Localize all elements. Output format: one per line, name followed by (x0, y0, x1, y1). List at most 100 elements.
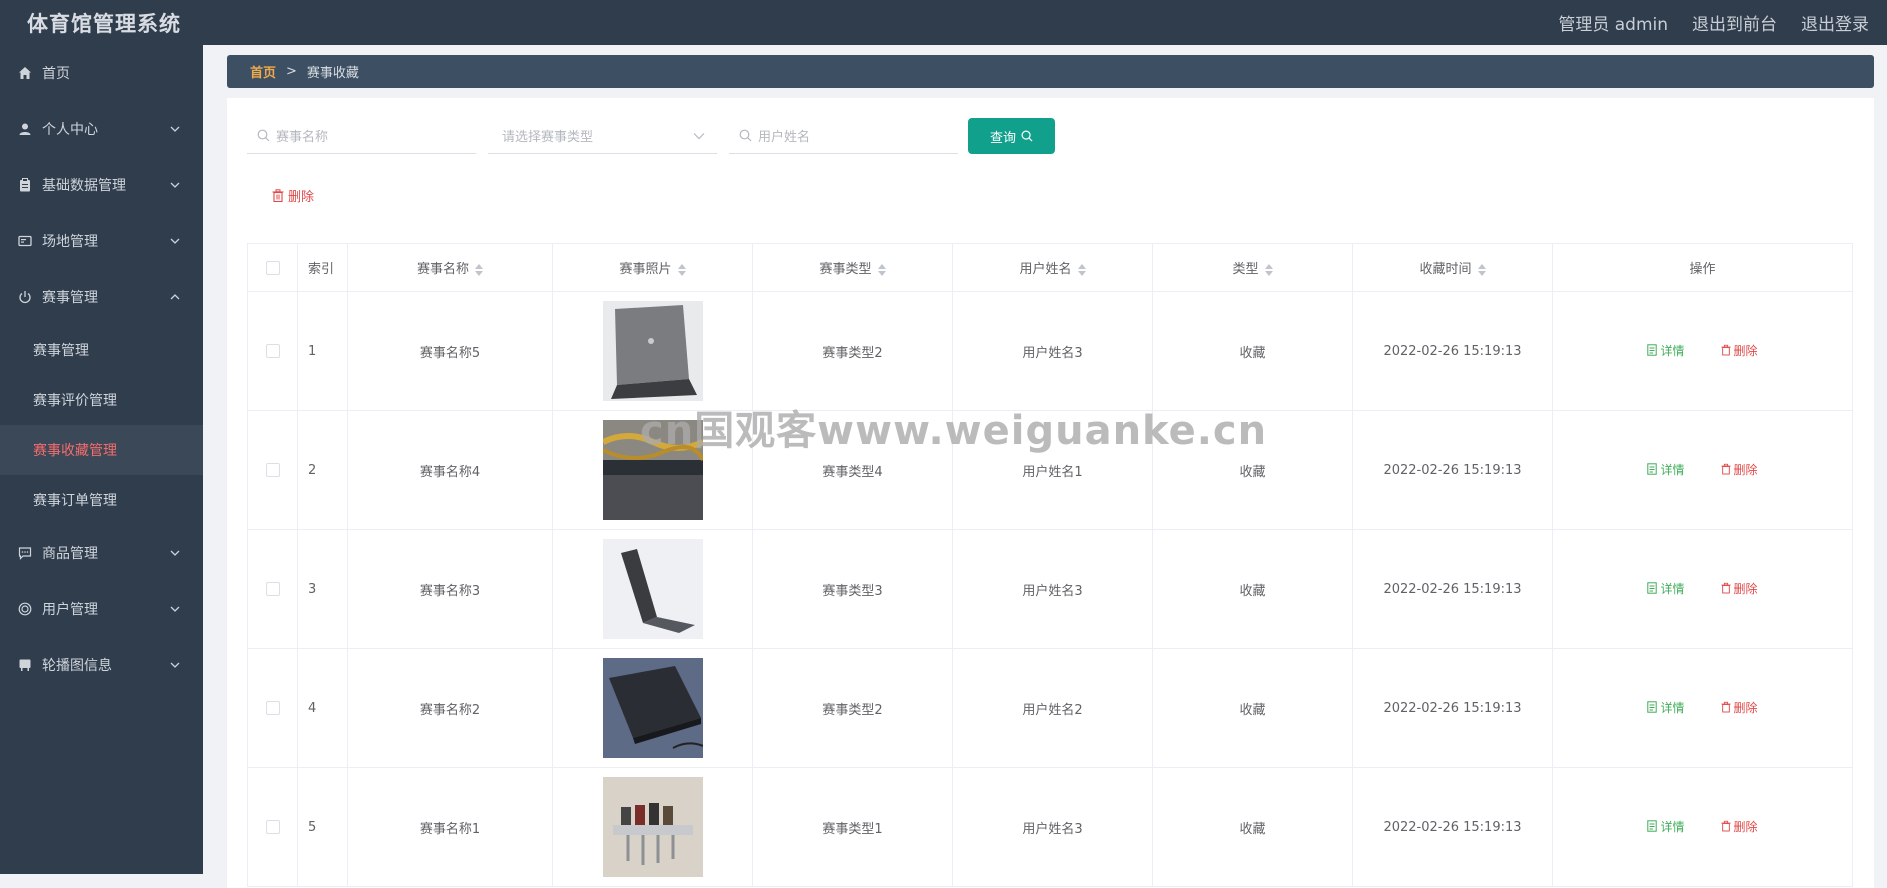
detail-label: 详情 (1660, 819, 1685, 834)
breadcrumb: 首页 > 赛事收藏 (227, 55, 1874, 88)
document-icon (1647, 344, 1658, 356)
detail-label: 详情 (1660, 343, 1685, 358)
delete-label: 删除 (1733, 581, 1758, 596)
event-name-cell: 赛事名称2 (347, 648, 553, 768)
sidebar-item-basic-data[interactable]: 基础数据管理 (0, 157, 203, 213)
sort-icon[interactable] (677, 263, 686, 276)
delete-button[interactable]: 删除 (1720, 580, 1758, 597)
chevron-up-icon (170, 294, 180, 300)
column-header-event-type[interactable]: 赛事类型 (752, 243, 953, 292)
delete-label: 删除 (1733, 343, 1758, 358)
delete-button[interactable]: 删除 (1720, 699, 1758, 716)
event-photo[interactable] (553, 658, 752, 758)
chevron-down-icon (170, 238, 180, 244)
trash-icon (1720, 464, 1731, 475)
sidebar-item-profile[interactable]: 个人中心 (0, 101, 203, 157)
chevron-down-icon (170, 606, 180, 612)
event-photo[interactable] (553, 420, 752, 520)
event-type-select[interactable]: 请选择赛事类型 (488, 118, 717, 154)
detail-button[interactable]: 详情 (1647, 818, 1685, 835)
user-name-search-input[interactable]: 用户姓名 (729, 118, 958, 154)
sidebar-item-users[interactable]: 用户管理 (0, 581, 203, 637)
column-header-event-photo[interactable]: 赛事照片 (552, 243, 753, 292)
detail-button[interactable]: 详情 (1647, 580, 1685, 597)
logout-link[interactable]: 退出登录 (1801, 10, 1869, 35)
column-header-kind[interactable]: 类型 (1152, 243, 1353, 292)
column-header-event-name[interactable]: 赛事名称 (347, 243, 553, 292)
column-header-actions: 操作 (1552, 243, 1853, 292)
event-type-cell: 赛事类型4 (752, 410, 953, 530)
sidebar-item-goods[interactable]: 商品管理 (0, 525, 203, 581)
sidebar-item-carousel[interactable]: 轮播图信息 (0, 637, 203, 693)
sort-icon[interactable] (1077, 263, 1086, 276)
event-photo-cell (552, 648, 753, 768)
sort-icon[interactable] (475, 263, 483, 276)
search-bar: 赛事名称 请选择赛事类型 用户姓名 查询 (247, 118, 1055, 154)
board-icon (18, 658, 32, 672)
breadcrumb-home[interactable]: 首页 (250, 62, 276, 81)
sidebar-item-label: 轮播图信息 (42, 658, 112, 674)
select-all-checkbox[interactable] (265, 260, 280, 275)
row-checkbox[interactable] (265, 820, 280, 834)
sidebar-item-home[interactable]: 首页 (0, 45, 203, 101)
sidebar-item-label: 基础数据管理 (42, 178, 126, 194)
favorite-time-cell: 2022-02-26 15:19:13 (1352, 529, 1553, 649)
trash-icon (1720, 345, 1731, 356)
event-photo-cell (552, 291, 753, 411)
sidebar-item-label: 首页 (42, 66, 70, 82)
sidebar-item-label: 商品管理 (42, 546, 98, 562)
detail-button[interactable]: 详情 (1647, 342, 1685, 359)
document-icon (1647, 463, 1658, 475)
event-photo[interactable] (553, 539, 752, 639)
delete-button[interactable]: 删除 (1720, 461, 1758, 478)
event-name-cell: 赛事名称1 (347, 767, 553, 887)
chevron-down-icon (170, 550, 180, 556)
sort-icon[interactable] (1477, 263, 1486, 276)
table-body: 1 赛事名称5 赛事类型2 用户姓名3 收藏 2022-02-26 15:19:13 详情删… (247, 291, 1853, 887)
submenu-item-event-manage[interactable]: 赛事管理 (0, 325, 203, 375)
frontend-link[interactable]: 退出到前台 (1692, 10, 1777, 35)
batch-delete-button[interactable]: 删除 (272, 186, 314, 205)
sidebar-item-label: 场地管理 (42, 234, 98, 250)
sort-icon[interactable] (877, 263, 886, 276)
favorite-time-cell: 2022-02-26 15:19:13 (1352, 767, 1553, 887)
select-all-cell (247, 243, 298, 292)
submenu-item-event-review[interactable]: 赛事评价管理 (0, 375, 203, 425)
row-checkbox[interactable] (265, 344, 280, 358)
content-panel: 赛事名称 请选择赛事类型 用户姓名 查询 删除 索引 赛事名称 赛事照片 赛事类… (227, 98, 1874, 888)
sidebar: 首页 个人中心 基础数据管理 场地管理 赛事管理 赛事管理 赛事评价管理 赛事收… (0, 45, 203, 874)
current-user-label: 管理员 admin (1558, 15, 1668, 35)
sidebar-item-venue[interactable]: 场地管理 (0, 213, 203, 269)
submenu-item-event-favorite[interactable]: 赛事收藏管理 (0, 425, 203, 475)
row-checkbox[interactable] (265, 463, 280, 477)
query-button[interactable]: 查询 (968, 118, 1055, 154)
event-photo[interactable] (553, 301, 752, 401)
detail-button[interactable]: 详情 (1647, 699, 1685, 716)
document-icon (1647, 701, 1658, 713)
trash-icon (1720, 583, 1731, 594)
kind-cell: 收藏 (1152, 410, 1353, 530)
event-name-search-input[interactable]: 赛事名称 (247, 118, 476, 154)
event-photo-cell (552, 410, 753, 530)
event-photo-cell (552, 767, 753, 887)
delete-button[interactable]: 删除 (1720, 342, 1758, 359)
column-header-favorite-time[interactable]: 收藏时间 (1352, 243, 1553, 292)
kind-cell: 收藏 (1152, 529, 1353, 649)
delete-button[interactable]: 删除 (1720, 818, 1758, 835)
sort-icon[interactable] (1264, 263, 1273, 276)
event-photo[interactable] (553, 777, 752, 877)
delete-label: 删除 (1733, 700, 1758, 715)
row-select-cell (247, 529, 298, 649)
event-photo-cell (552, 529, 753, 649)
actions-cell: 详情 删除 (1552, 291, 1853, 411)
index-cell: 2 (297, 410, 348, 530)
row-checkbox[interactable] (265, 582, 280, 596)
event-name-placeholder: 赛事名称 (276, 130, 329, 145)
sidebar-item-event[interactable]: 赛事管理 (0, 269, 203, 325)
ring-icon (18, 602, 32, 616)
submenu-item-event-order[interactable]: 赛事订单管理 (0, 475, 203, 525)
row-checkbox[interactable] (265, 701, 280, 715)
column-header-index: 索引 (297, 243, 348, 292)
column-header-user-name[interactable]: 用户姓名 (952, 243, 1153, 292)
detail-button[interactable]: 详情 (1647, 461, 1685, 478)
